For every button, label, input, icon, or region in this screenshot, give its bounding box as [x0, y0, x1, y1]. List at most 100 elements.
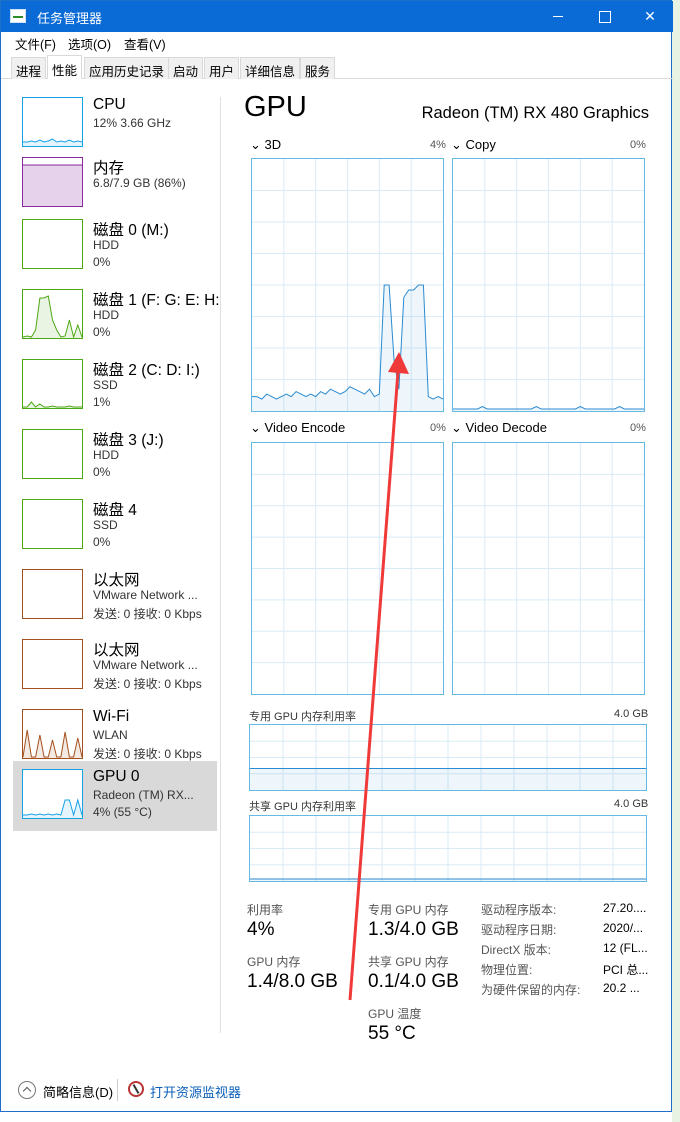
menu-bar: 文件(F) 选项(O) 查看(V)	[1, 32, 673, 53]
thumb-area	[23, 296, 82, 338]
reserved-mem-value: 20.2 ...	[603, 981, 640, 995]
util-value: 4%	[247, 919, 275, 940]
sidebar-item-5[interactable]: 磁盘 3 (J:) HDD 0%	[13, 429, 217, 499]
engine-name-3d: 3D	[264, 137, 282, 152]
sidebar-item-6[interactable]: 磁盘 4 SSD 0%	[13, 499, 217, 569]
engine-label-copy[interactable]: ⌄ Copy	[451, 137, 496, 153]
thumb-area	[23, 139, 82, 146]
mem-fill	[250, 768, 646, 790]
sidebar-item-2[interactable]: 磁盘 0 (M:) HDD 0%	[13, 219, 217, 289]
driver-version-value: 27.20....	[603, 901, 647, 915]
sidebar-item-sub2: 1%	[93, 395, 111, 409]
title-bar[interactable]: 任务管理器 ✕	[1, 1, 673, 32]
menu-view[interactable]: 查看(V)	[124, 34, 166, 53]
driver-version-label: 驱动程序版本:	[481, 903, 557, 917]
sidebar-item-sub2: 发送: 0 接收: 0 Kbps	[93, 607, 202, 621]
sidebar-divider	[220, 97, 221, 1033]
close-button[interactable]: ✕	[627, 1, 673, 32]
menu-file[interactable]: 文件(F)	[15, 34, 56, 53]
sidebar-item-10[interactable]: GPU 0 Radeon (TM) RX... 4% (55 °C)	[13, 761, 217, 831]
gpu-model-name: Radeon (TM) RX 480 Graphics	[421, 104, 649, 122]
graph-copy	[452, 158, 645, 412]
sidebar-item-sub1: VMware Network ...	[93, 658, 198, 672]
sidebar-thumbnail	[22, 769, 83, 819]
chevron-up-icon[interactable]	[18, 1081, 36, 1099]
sidebar-item-sub2: 0%	[93, 325, 111, 339]
page-title: GPU	[244, 91, 307, 123]
task-manager-window: 任务管理器 ✕ 文件(F) 选项(O) 查看(V) 进程 性能 应用历史记录 启…	[0, 0, 673, 1112]
driver-date-value: 2020/...	[603, 921, 644, 935]
engine-label-video-encode[interactable]: ⌄ Video Encode	[250, 420, 345, 436]
thumb-line	[23, 798, 82, 817]
sidebar-item-sub1: 6.8/7.9 GB (86%)	[93, 176, 186, 190]
sidebar-thumbnail	[22, 709, 83, 759]
sidebar-thumbnail	[22, 429, 83, 479]
tab-services[interactable]: 服务	[300, 57, 336, 79]
engine-pct-copy: 0%	[630, 139, 646, 151]
tab-app-history[interactable]: 应用历史记录	[84, 57, 170, 79]
sidebar-thumbnail	[22, 289, 83, 339]
directx-value: 12 (FL...	[603, 941, 648, 955]
sidebar-item-name: 磁盘 0 (M:)	[93, 222, 169, 239]
sidebar-item-sub1: SSD	[93, 378, 118, 392]
sidebar-item-sub1: WLAN	[93, 728, 128, 742]
minimize-button[interactable]	[535, 1, 581, 32]
menu-options[interactable]: 选项(O)	[68, 34, 111, 53]
open-resource-monitor-link[interactable]: 打开资源监视器	[150, 1082, 241, 1101]
window-title: 任务管理器	[37, 11, 103, 26]
sidebar-item-name: Wi-Fi	[93, 708, 130, 725]
engine-name-copy: Copy	[465, 137, 496, 152]
graph-dedicated-memory	[249, 724, 647, 791]
util-label: 利用率	[247, 903, 284, 917]
engine-pct-3d: 4%	[430, 139, 446, 151]
resource-monitor-icon[interactable]	[128, 1081, 144, 1097]
gpu-detail-panel: GPU Radeon (TM) RX 480 Graphics ⌄ 3D 4% …	[222, 79, 672, 1044]
sidebar-thumbnail	[22, 569, 83, 619]
location-label: 物理位置:	[481, 963, 533, 977]
graph-shared-memory	[249, 815, 647, 882]
dedicated-mem-label: 专用 GPU 内存利用率	[249, 711, 356, 723]
tab-details[interactable]: 详细信息	[240, 57, 301, 79]
sidebar-item-sub1: VMware Network ...	[93, 588, 198, 602]
sidebar-item-name: 磁盘 1 (F: G: E: H:	[93, 292, 220, 309]
sidebar-item-7[interactable]: 以太网 VMware Network ... 发送: 0 接收: 0 Kbps	[13, 569, 217, 639]
sidebar-item-sub1: HDD	[93, 238, 119, 252]
temp-value: 55 °C	[368, 1023, 416, 1044]
sidebar-thumbnail	[22, 499, 83, 549]
shared-label: 共享 GPU 内存	[368, 955, 449, 969]
sidebar-item-name: 以太网	[93, 572, 140, 589]
dedicated-label: 专用 GPU 内存	[368, 903, 449, 917]
driver-date-label: 驱动程序日期:	[481, 923, 557, 937]
tab-performance[interactable]: 性能	[47, 55, 83, 79]
desktop-background	[672, 0, 680, 1122]
tab-users[interactable]: 用户	[204, 57, 240, 79]
sidebar-item-8[interactable]: 以太网 VMware Network ... 发送: 0 接收: 0 Kbps	[13, 639, 217, 709]
location-value: PCI 总...	[603, 963, 649, 977]
gpu-mem-value: 1.4/8.0 GB	[247, 971, 338, 992]
sidebar-thumbnail	[22, 639, 83, 689]
sidebar-item-name: 磁盘 2 (C: D: I:)	[93, 362, 200, 379]
tab-processes[interactable]: 进程	[11, 57, 47, 79]
sidebar-item-sub2: 0%	[93, 255, 111, 269]
thumb-area	[23, 165, 82, 206]
sidebar-item-name: 磁盘 3 (J:)	[93, 432, 164, 449]
engine-label-3d[interactable]: ⌄ 3D	[250, 137, 281, 153]
sidebar-item-sub2: 0%	[93, 535, 111, 549]
tab-bar: 进程 性能 应用历史记录 启动 用户 详细信息 服务	[1, 53, 673, 79]
sidebar-item-3[interactable]: 磁盘 1 (F: G: E: H: HDD 0%	[13, 289, 220, 359]
performance-sidebar: CPU 12% 3.66 GHz 内存 6.8/7.9 GB (86%) 磁盘 0 (M…	[1, 79, 221, 1035]
sidebar-item-1[interactable]: 内存 6.8/7.9 GB (86%)	[13, 157, 217, 227]
sidebar-item-name: 内存	[93, 160, 125, 177]
sidebar-item-name: GPU 0	[93, 768, 140, 785]
maximize-button[interactable]	[581, 1, 627, 32]
tab-startup[interactable]: 启动	[168, 57, 204, 79]
engine-name-video-decode: Video Decode	[465, 420, 547, 435]
sidebar-thumbnail	[22, 219, 83, 269]
directx-label: DirectX 版本:	[481, 943, 552, 957]
sidebar-item-sub1: 12% 3.66 GHz	[93, 116, 172, 130]
fewer-details-link[interactable]: 简略信息(D)	[43, 1082, 113, 1101]
shared-value: 0.1/4.0 GB	[368, 971, 459, 992]
engine-label-video-decode[interactable]: ⌄ Video Decode	[451, 420, 547, 436]
sidebar-item-4[interactable]: 磁盘 2 (C: D: I:) SSD 1%	[13, 359, 217, 429]
sidebar-item-sub1: HDD	[93, 448, 119, 462]
